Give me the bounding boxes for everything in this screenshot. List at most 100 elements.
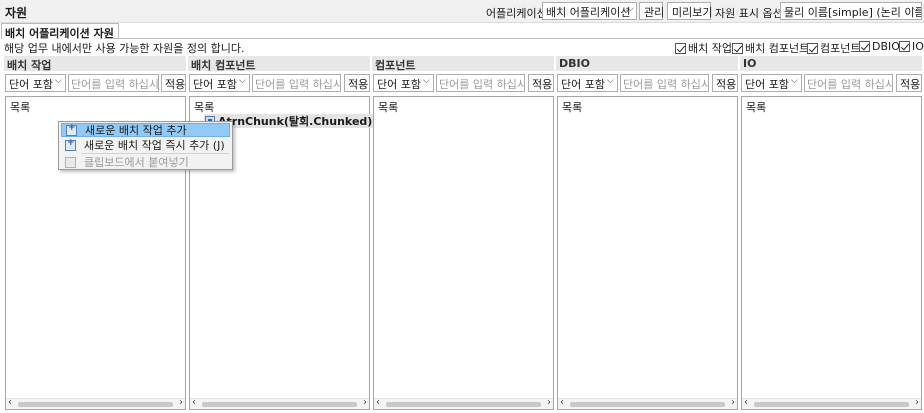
apply-button[interactable]: 적용 bbox=[528, 74, 554, 92]
menu-item-label: 새로운 배치 작업 즉시 추가 (J) bbox=[84, 139, 225, 152]
horizontal-scrollbar[interactable]: ‹ › bbox=[374, 397, 553, 409]
tab-batch-app-resources[interactable]: 배치 어플리케이션 자원 bbox=[1, 23, 119, 40]
filter-label: 컴포넌트 bbox=[820, 42, 861, 55]
checkbox-checked-icon[interactable] bbox=[675, 42, 686, 54]
scroll-right-icon[interactable]: › bbox=[731, 397, 735, 408]
menu-item-add-batch-job-now[interactable]: 새로운 배치 작업 즉시 추가 (J) bbox=[61, 138, 230, 152]
chevron-down-icon: ⌵ bbox=[791, 76, 798, 86]
checkbox-checked-icon[interactable] bbox=[899, 41, 910, 52]
horizontal-scrollbar[interactable]: ‹ › bbox=[558, 397, 737, 409]
add-job-icon bbox=[65, 138, 76, 151]
panel-title: IO bbox=[740, 56, 922, 71]
match-mode-select[interactable]: 단어 포함 ⌵ bbox=[5, 74, 66, 92]
scroll-thumb[interactable] bbox=[570, 402, 725, 407]
scroll-thumb[interactable] bbox=[18, 402, 173, 407]
menu-item-label: 새로운 배치 작업 추가 bbox=[85, 124, 187, 137]
chevron-down-icon: ⌵ bbox=[627, 4, 634, 14]
scroll-left-icon[interactable]: ‹ bbox=[744, 397, 748, 408]
list-root[interactable]: 목록 bbox=[378, 99, 398, 115]
apply-button[interactable]: 적용 bbox=[161, 74, 186, 92]
match-mode-select[interactable]: 단어 포함 ⌵ bbox=[373, 74, 434, 92]
panel-title: 배치 작업 bbox=[4, 56, 186, 72]
menu-item-add-batch-job[interactable]: 새로운 배치 작업 추가 bbox=[61, 123, 230, 137]
filter-dbio[interactable]: DBIO bbox=[859, 40, 900, 53]
scroll-thumb[interactable] bbox=[754, 402, 909, 407]
preview-button[interactable]: 미리보기 bbox=[667, 2, 712, 20]
apply-button[interactable]: 적용 bbox=[712, 74, 738, 92]
match-mode-value: 단어 포함 bbox=[561, 78, 605, 91]
list-root[interactable]: 목록 bbox=[746, 99, 766, 115]
filter-batch-job[interactable]: 배치 작업 bbox=[675, 40, 732, 56]
filter-batch-component[interactable]: 배치 컴포넌트 bbox=[732, 40, 809, 56]
horizontal-scrollbar[interactable]: ‹ › bbox=[6, 397, 185, 409]
chevron-down-icon: ⌵ bbox=[607, 76, 614, 86]
scroll-left-icon[interactable]: ‹ bbox=[376, 397, 380, 408]
app-label: 어플리케이션 bbox=[486, 7, 547, 20]
match-mode-value: 단어 포함 bbox=[745, 78, 789, 91]
scroll-right-icon[interactable]: › bbox=[915, 397, 919, 408]
filter-label: DBIO bbox=[872, 40, 900, 53]
filter-label: 배치 작업 bbox=[688, 42, 732, 55]
app-select-value: 배치 어플리케이션 bbox=[546, 6, 631, 19]
chevron-down-icon: ⌵ bbox=[239, 76, 246, 86]
filter-component[interactable]: 컴포넌트 bbox=[807, 40, 860, 56]
filter-label: IO bbox=[912, 40, 924, 53]
context-menu: 새로운 배치 작업 추가 새로운 배치 작업 즉시 추가 (J) 클립보드에서 … bbox=[58, 121, 233, 170]
match-mode-value: 단어 포함 bbox=[193, 78, 237, 91]
panel-title: 컴포넌트 bbox=[372, 56, 554, 72]
chevron-down-icon: ⌵ bbox=[55, 76, 62, 86]
scroll-right-icon[interactable]: › bbox=[179, 397, 183, 408]
menu-item-paste-clipboard: 클립보드에서 붙여넣기 bbox=[61, 155, 230, 169]
menu-item-label: 클립보드에서 붙여넣기 bbox=[84, 156, 189, 169]
filter-label: 배치 컴포넌트 bbox=[745, 42, 810, 55]
display-option-label: 자원 표시 옵션 bbox=[715, 7, 783, 20]
horizontal-scrollbar[interactable]: ‹ › bbox=[742, 397, 921, 409]
list-root[interactable]: 목록 bbox=[562, 99, 582, 115]
checkbox-checked-icon[interactable] bbox=[732, 42, 743, 54]
chevron-down-icon: ⌵ bbox=[423, 76, 430, 86]
panel-title: 배치 컴포넌트 bbox=[188, 56, 370, 72]
scroll-right-icon[interactable]: › bbox=[547, 397, 551, 408]
match-mode-value: 단어 포함 bbox=[9, 78, 53, 91]
checkbox-checked-icon[interactable] bbox=[859, 41, 870, 52]
panel-title: DBIO bbox=[556, 56, 738, 71]
match-mode-select[interactable]: 단어 포함 ⌵ bbox=[189, 74, 250, 92]
list-item-label: AtrnChunk(탈회.Chunked) bbox=[218, 115, 373, 128]
scroll-left-icon[interactable]: ‹ bbox=[8, 397, 12, 408]
search-input[interactable]: 단어를 입력 하십시오 bbox=[436, 74, 525, 92]
match-mode-select[interactable]: 단어 포함 ⌵ bbox=[741, 74, 802, 92]
list-root[interactable]: 목록 bbox=[194, 99, 214, 115]
chevron-down-icon: ⌵ bbox=[912, 4, 919, 14]
scroll-thumb[interactable] bbox=[202, 402, 357, 407]
match-mode-select[interactable]: 단어 포함 ⌵ bbox=[557, 74, 618, 92]
search-input[interactable]: 단어를 입력 하십시오 bbox=[804, 74, 893, 92]
scroll-left-icon[interactable]: ‹ bbox=[192, 397, 196, 408]
view-toolbar: 자원 어플리케이션 배치 어플리케이션 ⌵ 관리 미리보기 자원 표시 옵션 물… bbox=[0, 0, 924, 23]
filter-io[interactable]: IO bbox=[899, 40, 924, 53]
apply-button[interactable]: 적용 bbox=[344, 74, 370, 92]
search-input[interactable]: 단어를 입력 하십시오 bbox=[252, 74, 341, 92]
resource-list[interactable]: 목록 ‹ › bbox=[557, 96, 738, 410]
description-bar: 해당 업무 내에서만 사용 가능한 자원을 정의 합니다. 배치 작업 배치 컴… bbox=[0, 39, 924, 55]
app-select[interactable]: 배치 어플리케이션 ⌵ bbox=[542, 2, 637, 20]
search-input[interactable]: 단어를 입력 하십시오 bbox=[620, 74, 709, 92]
match-mode-value: 단어 포함 bbox=[377, 78, 421, 91]
scroll-right-icon[interactable]: › bbox=[363, 397, 367, 408]
manage-button[interactable]: 관리 bbox=[639, 2, 664, 20]
resource-list[interactable]: 목록 ‹ › bbox=[373, 96, 554, 410]
description-text: 해당 업무 내에서만 사용 가능한 자원을 정의 합니다. bbox=[4, 42, 245, 55]
list-root[interactable]: 목록 bbox=[10, 99, 30, 115]
tab-strip: 배치 어플리케이션 자원 bbox=[0, 23, 924, 40]
display-option-value: 물리 이름[simple] (논리 이름) bbox=[784, 6, 922, 19]
view-title: 자원 bbox=[5, 6, 28, 20]
checkbox-checked-icon[interactable] bbox=[807, 42, 818, 54]
search-input[interactable]: 단어를 입력 하십시오 bbox=[68, 74, 159, 92]
apply-button[interactable]: 적용 bbox=[896, 74, 922, 92]
resource-list[interactable]: 목록 ‹ › bbox=[741, 96, 922, 410]
scroll-thumb[interactable] bbox=[386, 402, 541, 407]
display-option-select[interactable]: 물리 이름[simple] (논리 이름) ⌵ bbox=[780, 2, 922, 20]
horizontal-scrollbar[interactable]: ‹ › bbox=[190, 397, 369, 409]
scroll-left-icon[interactable]: ‹ bbox=[560, 397, 564, 408]
paste-icon bbox=[65, 156, 76, 168]
add-job-icon bbox=[66, 123, 77, 136]
